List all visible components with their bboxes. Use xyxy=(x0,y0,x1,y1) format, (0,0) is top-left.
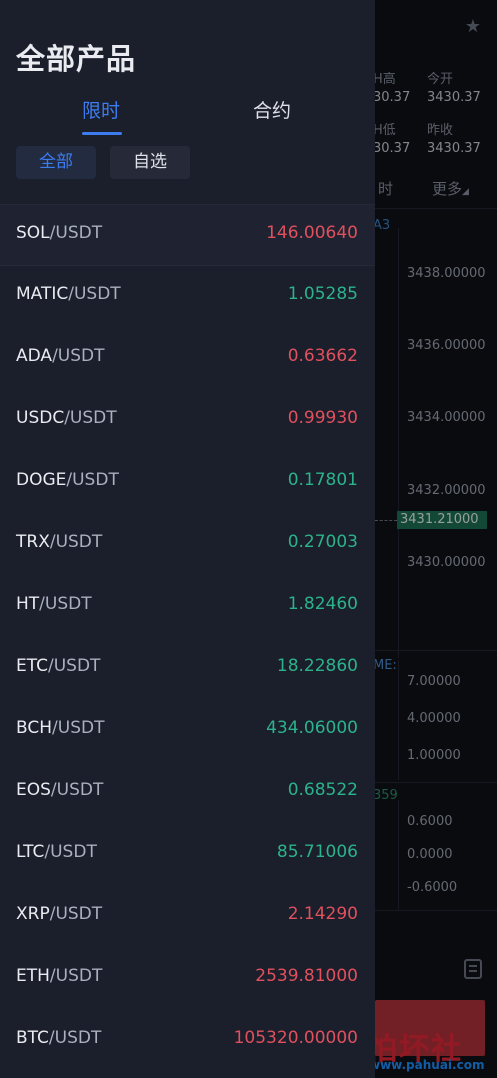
pair-price: 0.17801 xyxy=(287,470,358,490)
list-item[interactable]: SOL/USDT 146.00640 xyxy=(0,204,375,266)
list-item[interactable]: ETH/USDT 2539.81000 xyxy=(0,948,375,1010)
list-item[interactable]: ADA/USDT 0.63662 xyxy=(0,328,375,390)
quote-asset: /USDT xyxy=(39,594,92,614)
quote-asset: /USDT xyxy=(49,223,103,243)
base-asset: XRP xyxy=(16,904,50,924)
base-asset: MATIC xyxy=(16,284,69,304)
list-item[interactable]: HT/USDT 1.82460 xyxy=(0,576,375,638)
list-item[interactable]: DOGE/USDT 0.17801 xyxy=(0,452,375,514)
quote-asset: /USDT xyxy=(68,284,121,304)
quote-asset: /USDT xyxy=(48,656,101,676)
segment-underline xyxy=(82,132,122,135)
list-item[interactable]: XRP/USDT 2.14290 xyxy=(0,886,375,948)
list-item[interactable]: MATIC/USDT 1.05285 xyxy=(0,266,375,328)
pair-symbol: TRX/USDT xyxy=(16,532,102,552)
quote-asset: /USDT xyxy=(49,966,103,986)
pair-symbol: EOS/USDT xyxy=(16,780,103,800)
base-asset: DOGE xyxy=(16,470,67,490)
pair-price: 2.14290 xyxy=(287,904,358,924)
base-asset: SOL xyxy=(16,223,50,243)
pair-price: 2539.81000 xyxy=(255,966,358,986)
pair-symbol: HT/USDT xyxy=(16,594,92,614)
base-asset: HT xyxy=(16,594,40,614)
pair-symbol: BCH/USDT xyxy=(16,718,104,738)
quote-asset: /USDT xyxy=(50,780,104,800)
base-asset: LTC xyxy=(16,842,45,862)
segment-contract[interactable]: 合约 xyxy=(253,96,291,123)
pair-price: 1.82460 xyxy=(287,594,358,614)
pair-symbol: USDC/USDT xyxy=(16,408,117,428)
product-list: SOL/USDT 146.00640 MATIC/USDT 1.05285 AD… xyxy=(0,204,375,1072)
pair-price: 0.27003 xyxy=(287,532,358,552)
list-item[interactable]: BTC/USDT 105320.00000 xyxy=(0,1010,375,1072)
list-item[interactable]: LTC/USDT 85.71006 xyxy=(0,824,375,886)
base-asset: ETH xyxy=(16,966,50,986)
quote-asset: /USDT xyxy=(49,532,103,552)
pair-price: 105320.00000 xyxy=(233,1028,358,1048)
pair-price: 0.63662 xyxy=(287,346,358,366)
pair-symbol: XRP/USDT xyxy=(16,904,102,924)
list-item[interactable]: BCH/USDT 434.06000 xyxy=(0,700,375,762)
pair-price: 1.05285 xyxy=(287,284,358,304)
quote-asset: /USDT xyxy=(44,842,97,862)
pair-symbol: SOL/USDT xyxy=(16,223,102,243)
pair-price: 0.99930 xyxy=(287,408,358,428)
quote-asset: /USDT xyxy=(49,904,103,924)
quote-asset: /USDT xyxy=(52,346,105,366)
pair-price: 434.06000 xyxy=(266,718,358,738)
pair-symbol: LTC/USDT xyxy=(16,842,97,862)
base-asset: USDC xyxy=(16,408,65,428)
quote-asset: /USDT xyxy=(52,718,105,738)
pair-symbol: DOGE/USDT xyxy=(16,470,119,490)
pair-price: 85.71006 xyxy=(276,842,358,862)
base-asset: BTC xyxy=(16,1028,49,1048)
base-asset: ADA xyxy=(16,346,53,366)
list-item[interactable]: USDC/USDT 0.99930 xyxy=(0,390,375,452)
segment-limited[interactable]: 限时 xyxy=(82,96,120,123)
list-item[interactable]: TRX/USDT 0.27003 xyxy=(0,514,375,576)
drawer-title: 全部产品 xyxy=(16,42,137,76)
app-root: ★ H高 30.37 今开 3430.37 H低 30.37 昨收 3430.3… xyxy=(0,0,497,1078)
base-asset: TRX xyxy=(16,532,50,552)
quote-asset: /USDT xyxy=(66,470,119,490)
chip-all[interactable]: 全部 xyxy=(16,146,96,179)
pair-price: 146.00640 xyxy=(266,223,358,243)
pair-symbol: BTC/USDT xyxy=(16,1028,101,1048)
pair-symbol: ADA/USDT xyxy=(16,346,105,366)
product-drawer: 全部产品 限时 合约 全部 自选 SOL/USDT 146.00640 MATI… xyxy=(0,0,375,1078)
quote-asset: /USDT xyxy=(64,408,117,428)
base-asset: EOS xyxy=(16,780,51,800)
pair-symbol: ETH/USDT xyxy=(16,966,102,986)
pair-symbol: MATIC/USDT xyxy=(16,284,121,304)
pair-price: 18.22860 xyxy=(276,656,358,676)
quote-asset: /USDT xyxy=(48,1028,102,1048)
pair-symbol: ETC/USDT xyxy=(16,656,100,676)
overlay-scrim[interactable] xyxy=(375,0,497,1078)
pair-price: 0.68522 xyxy=(287,780,358,800)
list-item[interactable]: ETC/USDT 18.22860 xyxy=(0,638,375,700)
base-asset: ETC xyxy=(16,656,48,676)
list-item[interactable]: EOS/USDT 0.68522 xyxy=(0,762,375,824)
base-asset: BCH xyxy=(16,718,53,738)
chip-favorites[interactable]: 自选 xyxy=(110,146,190,179)
